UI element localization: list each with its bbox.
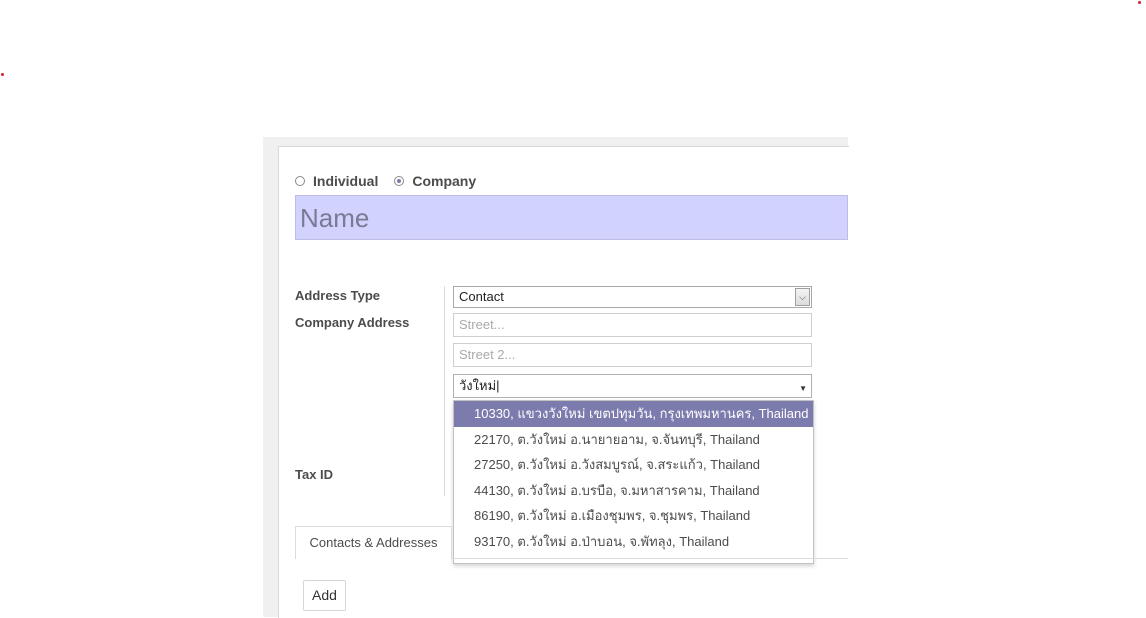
company-label[interactable]: Company <box>412 173 476 189</box>
partner-type-radios: Individual Company <box>295 172 476 190</box>
company-address-label: Company Address <box>295 315 410 330</box>
tax-id-label: Tax ID <box>295 467 334 482</box>
individual-radio[interactable] <box>295 176 305 186</box>
name-input[interactable]: Name <box>295 195 848 240</box>
add-button[interactable]: Add <box>303 580 346 611</box>
dropdown-item[interactable]: 22170, ต.วังใหม่ อ.นายายอาม, จ.จันทบุรี,… <box>454 427 813 453</box>
subdistrict-search-value: วังใหม่ <box>459 378 497 393</box>
dropdown-item[interactable]: 44130, ต.วังใหม่ อ.บรบือ, จ.มหาสารคาม, T… <box>454 478 813 504</box>
red-dot-marker <box>1138 1 1141 4</box>
address-type-value: Contact <box>459 289 504 304</box>
street2-input[interactable]: Street 2... <box>453 343 812 367</box>
caret-down-icon[interactable]: ▼ <box>799 381 807 397</box>
address-autocomplete-dropdown: 10330, แขวงวังใหม่ เขตปทุมวัน, กรุงเทพมห… <box>453 400 814 564</box>
subdistrict-search-input[interactable]: วังใหม่| ▼ <box>453 374 812 398</box>
company-radio[interactable] <box>394 176 405 186</box>
tab-contacts-addresses[interactable]: Contacts & Addresses <box>295 526 452 559</box>
address-type-select[interactable]: Contact ⌵ <box>453 286 812 308</box>
dropdown-item[interactable]: 10330, แขวงวังใหม่ เขตปทุมวัน, กรุงเทพมห… <box>454 401 813 427</box>
individual-label[interactable]: Individual <box>313 173 378 189</box>
dropdown-item[interactable]: 27250, ต.วังใหม่ อ.วังสมบูรณ์, จ.สระแก้ว… <box>454 452 813 478</box>
address-type-label: Address Type <box>295 288 381 303</box>
tab-divider <box>452 558 848 559</box>
dropdown-item[interactable]: 93170, ต.วังใหม่ อ.ป่าบอน, จ.พัทลุง, Tha… <box>454 529 813 555</box>
dropdown-item[interactable]: 86190, ต.วังใหม่ อ.เมืองชุมพร, จ.ชุมพร, … <box>454 503 813 529</box>
field-separator <box>444 286 445 496</box>
red-dot-marker <box>1 73 4 76</box>
street-input[interactable]: Street... <box>453 313 812 337</box>
chevron-down-icon[interactable]: ⌵ <box>795 288 810 306</box>
